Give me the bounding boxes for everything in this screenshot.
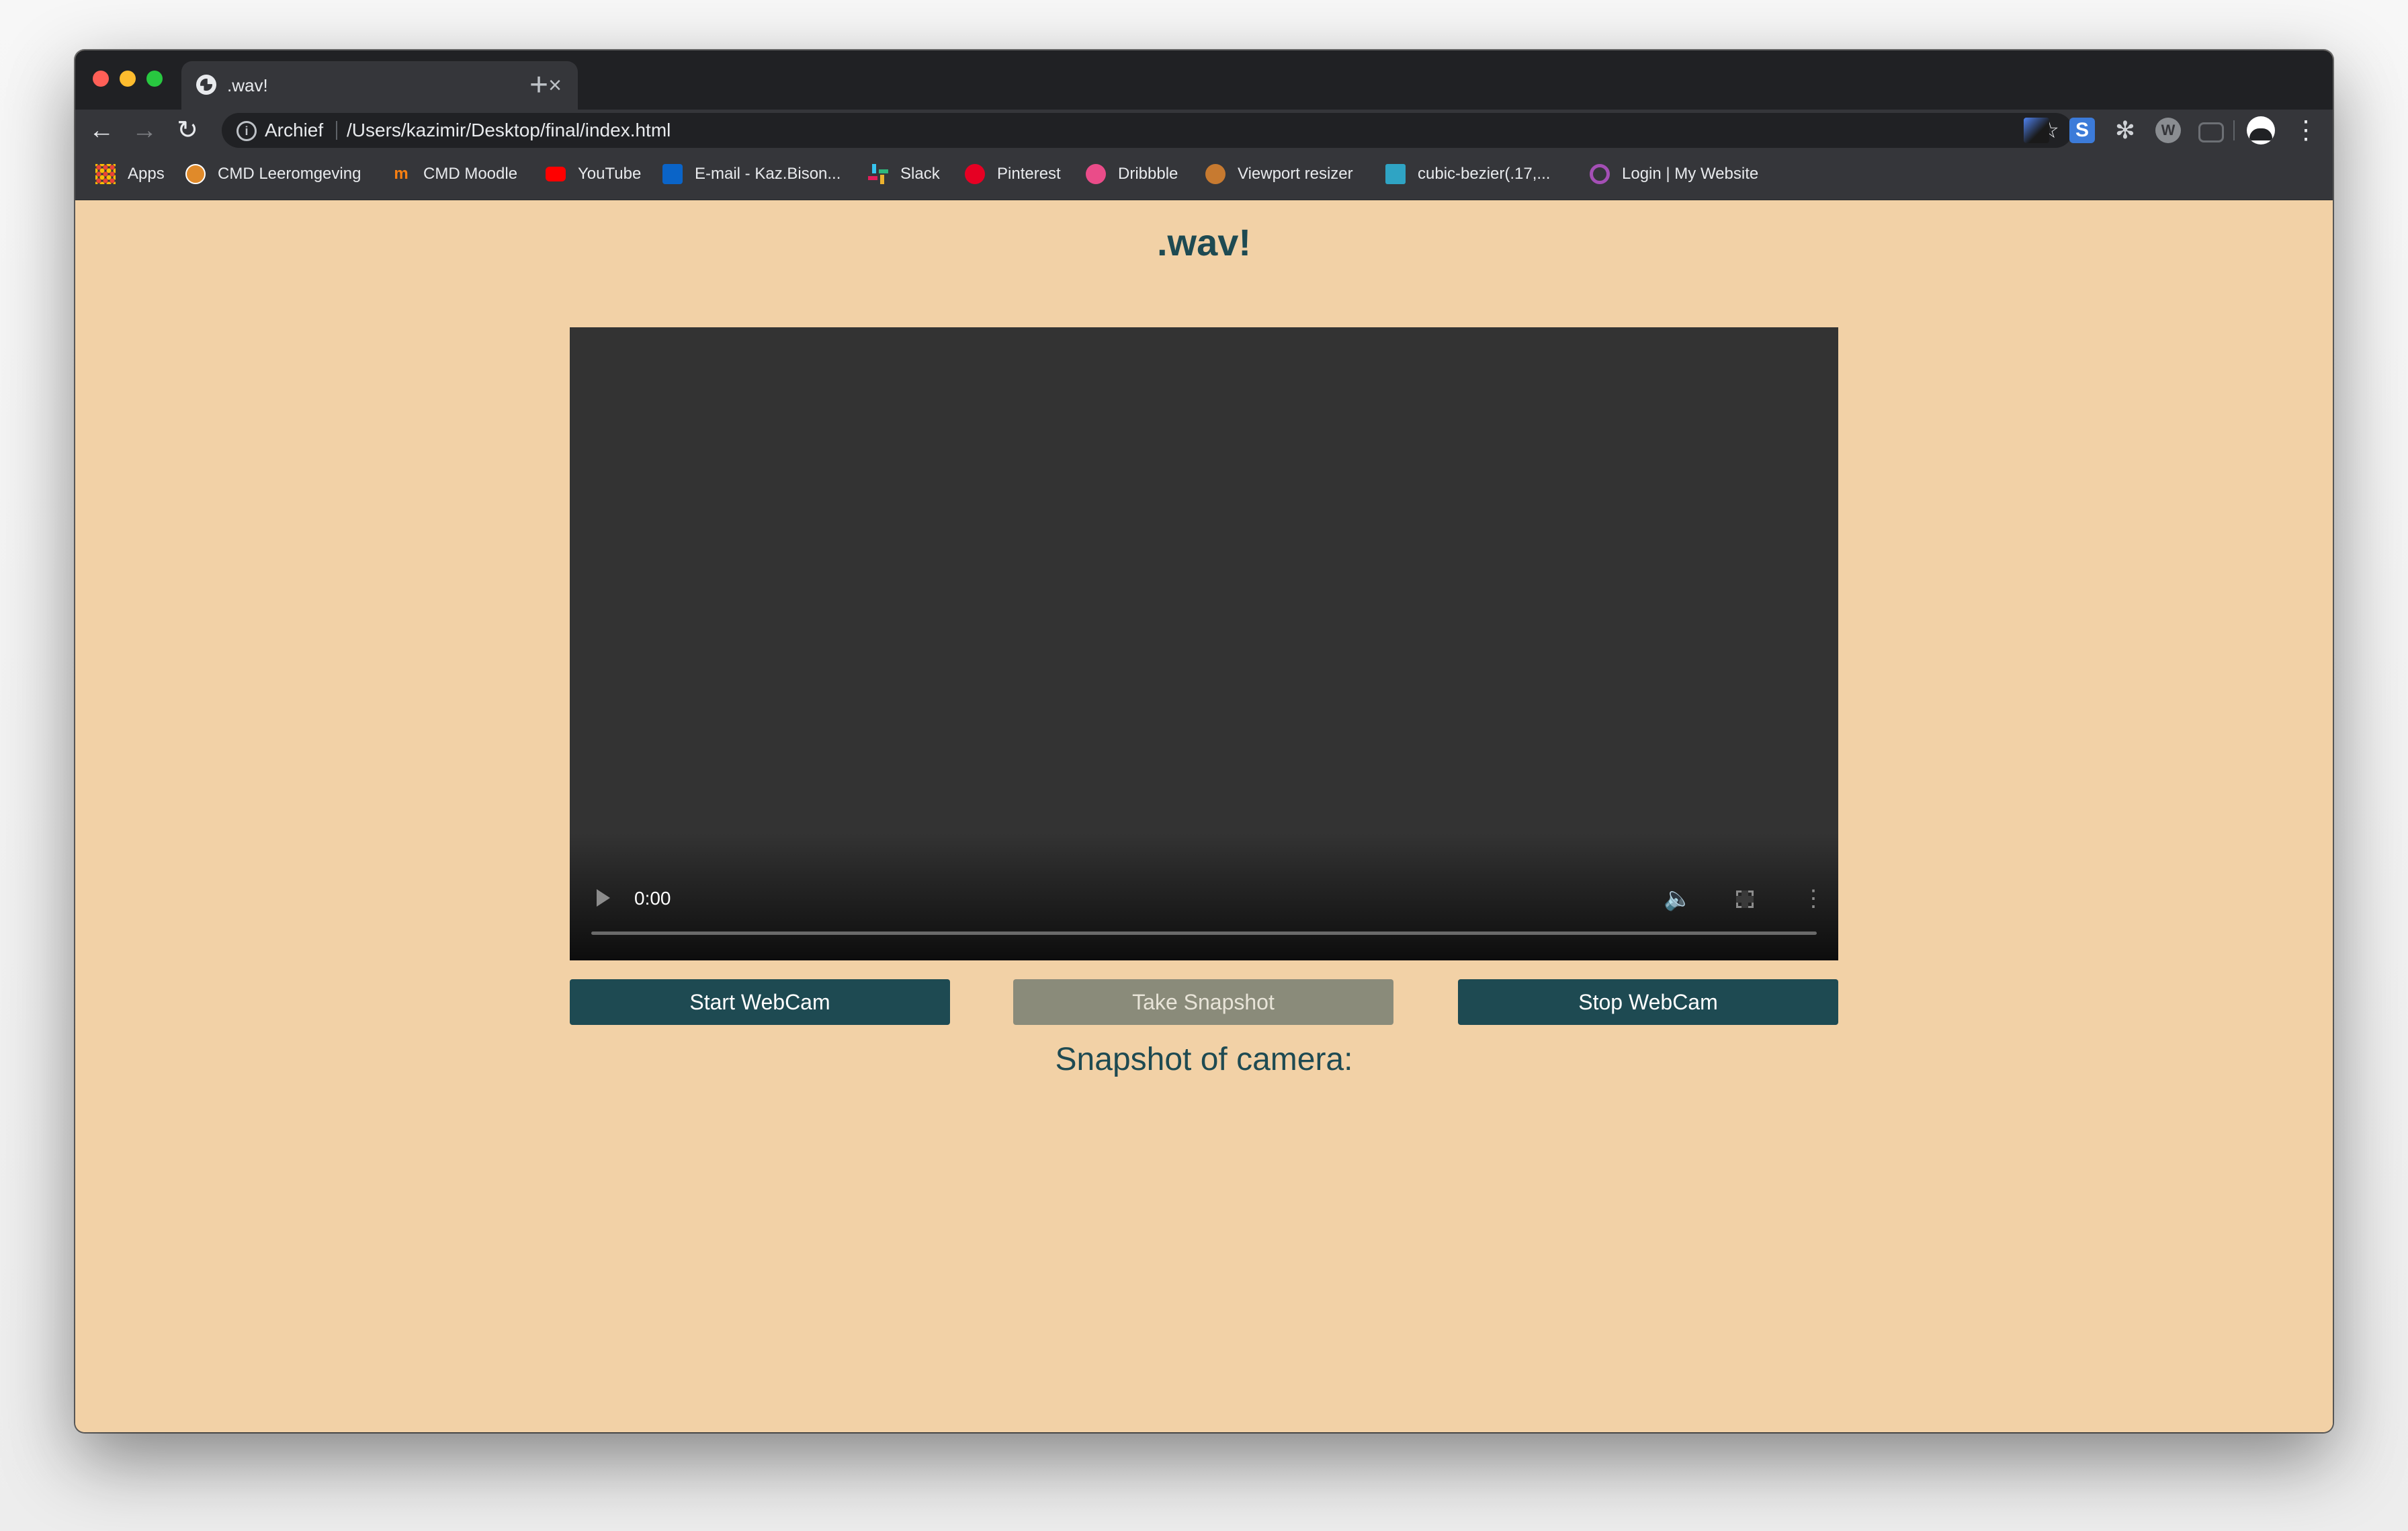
snapshot-heading: Snapshot of camera:: [1055, 1042, 1353, 1077]
webcam-video[interactable]: 0:00 🔈 ⋮: [570, 327, 1838, 960]
bookmark-youtube[interactable]: YouTube: [546, 161, 641, 188]
bookmark-label: Pinterest: [997, 165, 1061, 183]
viewport-icon: [1205, 164, 1226, 184]
moodle-icon: m: [394, 165, 408, 183]
wappalyzer-icon[interactable]: W: [2155, 118, 2181, 143]
dribbble-icon: [1086, 164, 1106, 184]
bookmark-cubic-bezier[interactable]: cubic-bezier(.17,...: [1385, 161, 1550, 188]
outlook-icon: [662, 164, 683, 184]
bookmark-dribbble[interactable]: Dribbble: [1086, 161, 1178, 188]
login-icon: [1590, 164, 1610, 184]
url-text[interactable]: /Users/kazimir/Desktop/final/index.html: [347, 117, 671, 144]
new-tab-button[interactable]: +: [519, 65, 559, 106]
zoom-window-button[interactable]: [146, 71, 163, 87]
desktop: .wav! × + ← → ↻ i Archief /Users/kazimir…: [0, 0, 2408, 1531]
forward-button[interactable]: →: [128, 114, 161, 147]
bookmark-cmd-moodle[interactable]: m CMD Moodle: [391, 161, 517, 188]
apps-grid-icon: [95, 164, 116, 184]
play-icon[interactable]: [597, 889, 610, 907]
page-title: .wav!: [1156, 221, 1252, 263]
take-snapshot-button[interactable]: Take Snapshot: [1013, 979, 1393, 1025]
reload-button[interactable]: ↻: [171, 114, 204, 147]
info-icon[interactable]: i: [236, 121, 257, 141]
bookmark-slack[interactable]: Slack: [868, 161, 940, 188]
extension-tab-icon[interactable]: [2024, 118, 2049, 143]
toolbar-divider: [2233, 120, 2235, 140]
toolbar: ← → ↻ i Archief /Users/kazimir/Desktop/f…: [75, 110, 2333, 151]
start-webcam-button[interactable]: Start WebCam: [570, 979, 950, 1025]
cubic-bezier-icon: [1385, 164, 1406, 184]
omnibox-divider: [336, 121, 337, 140]
bookmarks-bar: Apps CMD Leeromgeving m CMD Moodle YouTu…: [75, 151, 2333, 200]
gear-icon[interactable]: ✻: [2112, 118, 2138, 143]
page-content: .wav! 0:00 🔈 ⋮ Start WebCam Take Snapsho…: [75, 200, 2333, 1432]
fullscreen-icon[interactable]: [1736, 891, 1754, 908]
more-menu-icon[interactable]: ⋮: [2292, 114, 2319, 147]
bookmark-login[interactable]: Login | My Website: [1590, 161, 1758, 188]
slack-icon: [868, 164, 888, 184]
pinterest-icon: [965, 164, 985, 184]
bookmark-label: Apps: [128, 165, 165, 183]
bookmark-label: Slack: [900, 165, 940, 183]
volume-icon[interactable]: 🔈: [1664, 886, 1692, 911]
cmd-icon: [185, 164, 206, 184]
tab-strip: .wav! × +: [75, 50, 2333, 110]
security-label: Archief: [265, 120, 324, 140]
bookmark-cmd-leeromgeving[interactable]: CMD Leeromgeving: [185, 161, 361, 188]
close-window-button[interactable]: [93, 71, 109, 87]
video-progress-track[interactable]: [591, 932, 1817, 935]
minimize-window-button[interactable]: [120, 71, 136, 87]
bookmark-label: CMD Moodle: [423, 165, 518, 183]
video-controls-overlay: [570, 833, 1838, 960]
bookmark-label: Dribbble: [1118, 165, 1178, 183]
back-button[interactable]: ←: [85, 114, 118, 147]
bookmark-label: cubic-bezier(.17,...: [1418, 165, 1551, 183]
bookmark-email[interactable]: E-mail - Kaz.Bison...: [662, 161, 841, 188]
globe-icon: [196, 75, 216, 95]
profile-avatar[interactable]: [2247, 116, 2275, 144]
stop-webcam-button[interactable]: Stop WebCam: [1458, 979, 1838, 1025]
bookmark-label: E-mail - Kaz.Bison...: [695, 165, 841, 183]
video-current-time: 0:00: [634, 888, 671, 909]
video-menu-icon[interactable]: ⋮: [1802, 886, 1825, 911]
browser-window: .wav! × + ← → ↻ i Archief /Users/kazimir…: [75, 50, 2333, 1432]
tab-title: .wav!: [227, 75, 268, 95]
bookmark-apps[interactable]: Apps: [95, 161, 165, 188]
address-bar[interactable]: i Archief /Users/kazimir/Desktop/final/i…: [222, 113, 2073, 148]
bookmark-label: Viewport resizer: [1238, 165, 1353, 183]
stylish-s-icon[interactable]: S: [2069, 118, 2095, 143]
bookmark-label: Login | My Website: [1622, 165, 1759, 183]
bookmark-viewport-resizer[interactable]: Viewport resizer: [1205, 161, 1353, 188]
bookmark-label: CMD Leeromgeving: [218, 165, 361, 183]
bookmark-pinterest[interactable]: Pinterest: [965, 161, 1061, 188]
bookmark-label: YouTube: [578, 165, 642, 183]
vr-headset-icon[interactable]: [2198, 122, 2224, 142]
youtube-icon: [546, 167, 566, 181]
